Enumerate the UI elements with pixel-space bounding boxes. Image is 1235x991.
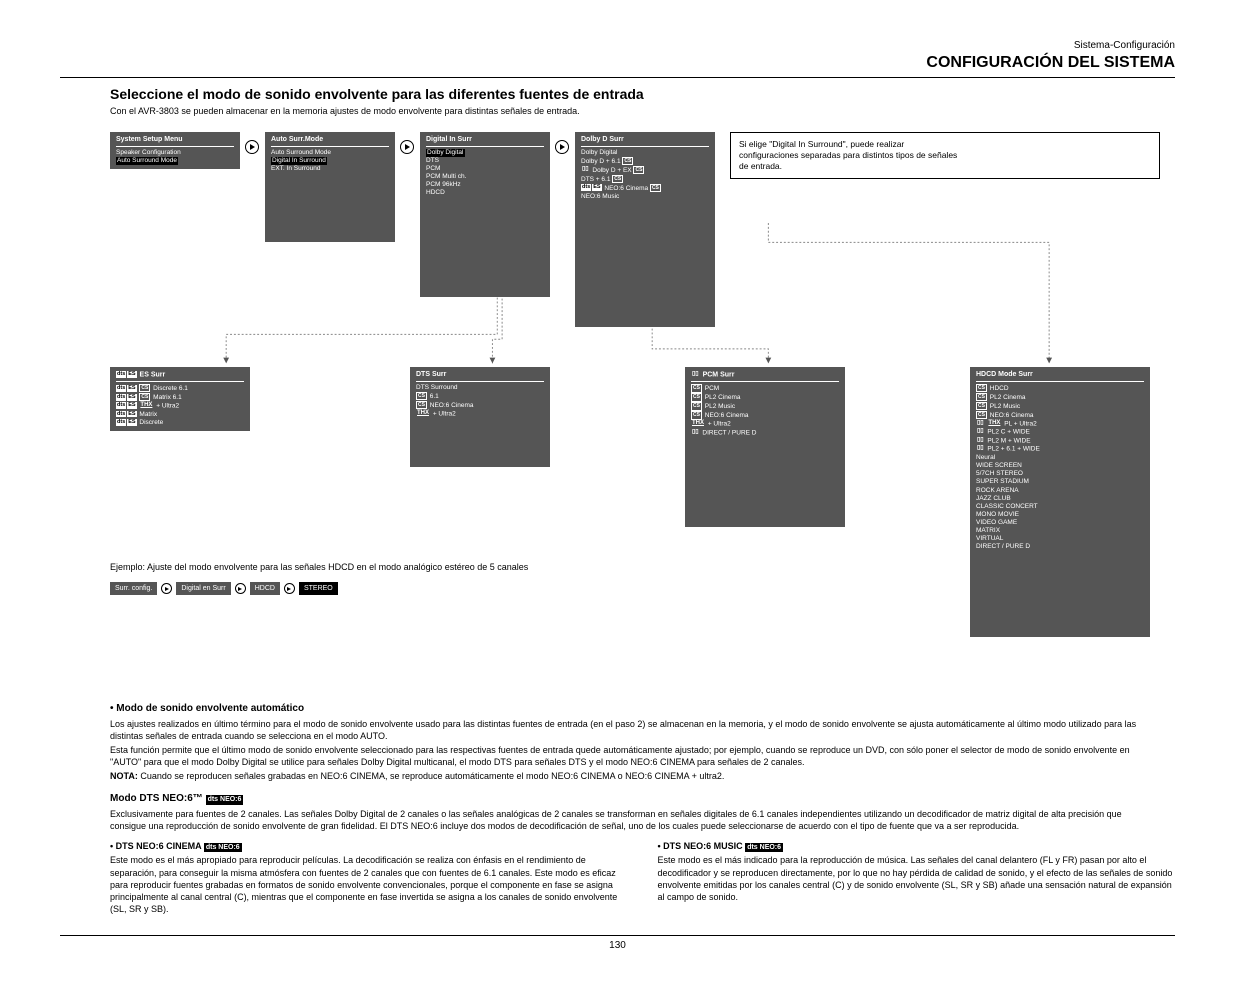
body-text: • Modo de sonido envolvente automático L… <box>110 702 1160 832</box>
section-title: Seleccione el modo de sonido envolvente … <box>110 86 1175 102</box>
cs-icon: CS <box>622 157 633 165</box>
cs-icon: CS <box>650 184 661 192</box>
neo6-title: Modo DTS NEO:6™ dts NEO:6 <box>110 792 1160 806</box>
menu-dolby-d-surr: Dolby D Surr Dolby Digital Dolby D + 6.1… <box>575 132 715 327</box>
arrow-icon <box>161 583 172 594</box>
cs-icon: CS <box>612 175 623 183</box>
chip-hdcd: HDCD <box>250 582 280 595</box>
sub-menu-dts: DTS Surr DTS Surround CS 6.1 CS NEO:6 Ci… <box>410 367 550 467</box>
arrow-icon <box>555 140 569 154</box>
dolby-icon: ▯▯ <box>581 166 590 174</box>
header-subtitle: Sistema-Configuración <box>60 40 1175 51</box>
menu-auto-surr: Auto Surr.Mode Auto Surround Mode Digita… <box>265 132 395 242</box>
menu-system-setup: System Setup Menu Speaker Configuration … <box>110 132 240 169</box>
cs-icon: CS <box>633 166 644 174</box>
dts-es-icon: ES <box>592 184 601 191</box>
auto-surround-p1: Los ajustes realizados en último término… <box>110 718 1160 742</box>
note-line: NOTA: Cuando se reproducen señales graba… <box>110 770 1160 782</box>
sub-menu-es: dtsES ES Surr dtsES CS Discrete 6.1 dtsE… <box>110 367 250 431</box>
page-footer: 130 <box>60 935 1175 951</box>
two-columns: • DTS NEO:6 CINEMA dts NEO:6 Este modo e… <box>110 840 1175 915</box>
auto-surround-p2: Esta función permite que el último modo … <box>110 744 1160 768</box>
menu-digital-in: Digital In Surr Dolby Digital DTS PCM PC… <box>420 132 550 297</box>
dts-neo6-icon: dts NEO:6 <box>206 795 244 804</box>
col1-text: Este modo es el más apropiado para repro… <box>110 854 628 915</box>
dts-icon: dts <box>116 385 126 392</box>
header-title: CONFIGURACIÓN DEL SISTEMA <box>60 54 1175 78</box>
es-icon: ES <box>127 371 136 378</box>
menu-flow-diagram: System Setup Menu Speaker Configuration … <box>110 122 1175 692</box>
col2-text: Este modo es el más indicado para la rep… <box>658 854 1176 903</box>
auto-surround-title: • Modo de sonido envolvente automático <box>110 702 1160 716</box>
breadcrumb-chips: Surr. config. Digital en Surr HDCD STERE… <box>110 582 338 595</box>
col1-title: • DTS NEO:6 CINEMA dts NEO:6 <box>110 840 628 852</box>
arrow-icon <box>245 140 259 154</box>
arrow-icon <box>235 583 246 594</box>
thx-icon: THX <box>139 402 153 410</box>
col2-title: • DTS NEO:6 MUSIC dts NEO:6 <box>658 840 1176 852</box>
dts-neo6-icon: dts NEO:6 <box>745 843 783 852</box>
chip-digital-in: Digital en Surr <box>176 582 230 595</box>
sub-menu-hdcd: HDCD Mode Surr CS HDCD CS PL2 Cinema CS … <box>970 367 1150 637</box>
sub-menu-pcm: ▯▯ PCM Surr CS PCM CS PL2 Cinema CS PL2 … <box>685 367 845 527</box>
chip-stereo: STEREO <box>299 582 338 595</box>
section-note: Con el AVR-3803 se pueden almacenar en l… <box>110 106 1175 116</box>
note-box: Si elige "Digital In Surround", puede re… <box>730 132 1160 179</box>
neo6-desc: Exclusivamente para fuentes de 2 canales… <box>110 808 1160 832</box>
dts-neo6-icon: dts NEO:6 <box>204 843 242 852</box>
dts-icon: dts <box>116 371 126 378</box>
arrow-icon <box>284 583 295 594</box>
example-label: Ejemplo: Ajuste del modo envolvente para… <box>110 562 528 572</box>
dts-icon: dts <box>581 184 591 191</box>
arrow-icon <box>400 140 414 154</box>
chip-surr-config: Surr. config. <box>110 582 157 595</box>
dolby-icon: ▯▯ <box>691 371 700 379</box>
